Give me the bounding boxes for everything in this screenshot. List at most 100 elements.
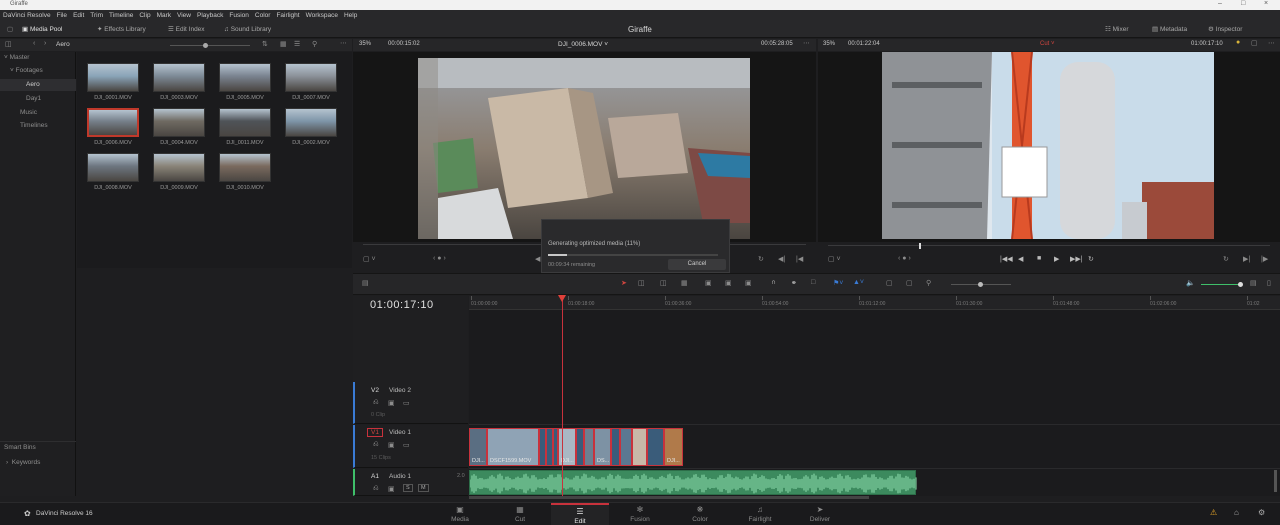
menu-item[interactable]: Fusion [226, 10, 252, 22]
track-v2-lock-icon[interactable]: ⎌ [373, 399, 379, 407]
playhead-handle[interactable] [558, 295, 566, 302]
timeline-video-clip[interactable] [539, 428, 546, 466]
audio-clip[interactable] [469, 470, 917, 495]
linked-selection-icon[interactable]: ⚭ [791, 279, 797, 287]
timeline-video-clip[interactable] [546, 428, 553, 466]
smart-bin-keywords[interactable]: › Keywords [0, 457, 76, 469]
track-v2-autoselect-icon[interactable]: ▣ [388, 399, 395, 407]
timeline-zoom[interactable]: 35% [823, 41, 835, 47]
track-a1-name[interactable]: Audio 1 [389, 473, 411, 480]
track-v2-visibility-icon[interactable]: ▭ [403, 399, 410, 407]
back-icon[interactable]: ‹ [33, 40, 35, 47]
razor-icon[interactable]: ▦ [681, 279, 688, 287]
timeline-video-clip[interactable] [584, 428, 594, 466]
track-a1-mute-button[interactable]: M [418, 484, 429, 492]
timeline-zoom-handle[interactable] [978, 282, 983, 287]
source-mark-out-icon[interactable]: |◀ [796, 255, 803, 263]
media-clip-thumbnail[interactable] [87, 63, 139, 92]
marker-icon[interactable]: ▲˅ [853, 279, 864, 286]
selection-tool-icon[interactable]: ➤ [621, 279, 627, 287]
menu-item[interactable]: View [174, 10, 194, 22]
timeline-view-options-button[interactable]: ▤ [362, 279, 369, 287]
menu-item[interactable]: Workspace [303, 10, 341, 22]
timeline-video-clip[interactable] [632, 428, 647, 466]
inspector-button[interactable]: ⚙ Inspector [1208, 22, 1242, 38]
bin-master[interactable]: ˅ Master [0, 52, 76, 64]
timeline-scrubber[interactable] [828, 245, 1270, 246]
audio-meter-icon[interactable]: ▤ [1250, 279, 1257, 287]
timeline-end-icon[interactable]: |▶ [1261, 255, 1268, 263]
track-v2-name[interactable]: Video 2 [389, 387, 411, 394]
media-pool-button[interactable]: ▣ Media Pool [22, 22, 62, 38]
overwrite-clip-icon[interactable]: ▣ [725, 279, 732, 287]
bin-footages[interactable]: ˅ Footages [0, 65, 76, 77]
track-a1-autoselect-icon[interactable]: ▣ [388, 485, 395, 493]
viewer-mode-dropdown[interactable]: Cut ˅ [1040, 41, 1055, 47]
volume-icon[interactable]: 🔈 [1186, 279, 1195, 287]
page-media[interactable]: ▣ Media [431, 503, 489, 525]
timeline-vscrollbar[interactable] [1274, 470, 1277, 492]
timeline-viewer[interactable] [818, 52, 1280, 242]
play-reverse-icon[interactable]: ◀ [1018, 255, 1023, 263]
timeline-more-icon[interactable]: ▯ [1267, 279, 1271, 287]
go-to-start-icon[interactable]: |◀◀ [1000, 255, 1013, 263]
timeline-viewer-options-icon[interactable]: ⋯ [1268, 39, 1275, 47]
minimize-icon[interactable]: – [1218, 0, 1222, 7]
media-clip-thumbnail[interactable] [153, 153, 205, 182]
track-header-v2[interactable]: V2 Video 2 ⎌ ▣ ▭ 0 Clip [353, 382, 468, 424]
track-v1-visibility-icon[interactable]: ▭ [403, 441, 410, 449]
edit-index-button[interactable]: ☰ Edit Index [168, 22, 205, 38]
position-lock-icon[interactable]: □ [811, 279, 815, 286]
close-icon[interactable]: × [1264, 0, 1268, 7]
grid-view-icon[interactable]: ▦ [280, 40, 287, 48]
maximize-icon[interactable]: □ [1241, 0, 1245, 7]
timeline-hscrollbar[interactable] [469, 496, 869, 499]
source-zoom[interactable]: 35% [359, 41, 371, 47]
menu-item[interactable]: Fairlight [273, 10, 302, 22]
bin-music[interactable]: Music [0, 107, 76, 119]
go-to-end-icon[interactable]: ▶▶| [1070, 255, 1083, 263]
page-cut[interactable]: ▦ Cut [491, 503, 549, 525]
menu-item[interactable]: Trim [87, 10, 106, 22]
metadata-button[interactable]: ▤ Metadata [1152, 22, 1187, 38]
source-prev-frame-icon[interactable]: ◀ [535, 255, 540, 263]
timeline-video-clip[interactable]: DJI... [664, 428, 683, 466]
menu-item[interactable]: Help [341, 10, 360, 22]
timeline-scrubber-playhead[interactable] [919, 243, 921, 249]
match-frame-icon[interactable]: ↻ [1223, 255, 1229, 263]
replace-clip-icon[interactable]: ▣ [745, 279, 752, 287]
warning-icon[interactable]: ⚠ [1210, 508, 1217, 517]
track-a1-solo-button[interactable]: S [403, 484, 413, 492]
menu-item[interactable]: Edit [70, 10, 87, 22]
flag-icon[interactable]: ⚑˅ [833, 279, 843, 287]
mixer-button[interactable]: ☷ Mixer [1105, 22, 1129, 38]
page-color[interactable]: ❋ Color [671, 503, 729, 525]
menu-item[interactable]: File [54, 10, 70, 22]
menu-item[interactable]: Mark [154, 10, 174, 22]
menu-item[interactable]: Clip [136, 10, 153, 22]
media-clip-thumbnail[interactable] [219, 63, 271, 92]
track-header-a1[interactable]: A1 Audio 1 2.0 ⎌ ▣ S M [353, 469, 468, 496]
timeline-jog-icon[interactable]: ‹ ● › [898, 255, 911, 262]
source-options-icon[interactable]: ⋯ [803, 39, 810, 47]
stop-icon[interactable]: ■ [1037, 255, 1041, 262]
timeline-view-options-icon[interactable]: ▢ ˅ [828, 255, 841, 263]
monitor-icon[interactable]: ▢ [7, 22, 13, 38]
timeline-playhead[interactable] [562, 296, 563, 496]
media-clip-thumbnail[interactable] [219, 108, 271, 137]
page-fusion[interactable]: ✻ Fusion [611, 503, 669, 525]
thumb-size-slider[interactable] [170, 45, 250, 46]
source-clip-name[interactable]: DJI_0006.MOV ˅ [558, 41, 608, 48]
media-clip-thumbnail[interactable] [285, 63, 337, 92]
timeline-video-clip[interactable]: DJI... [558, 428, 576, 466]
timeline-video-clip[interactable]: DJI... [469, 428, 487, 466]
source-loop-icon[interactable]: ↻ [758, 255, 764, 263]
page-deliver[interactable]: ➤ Deliver [791, 503, 849, 525]
track-header-v1[interactable]: V1 Video 1 ⎌ ▣ ▭ 15 Clips [353, 425, 468, 468]
page-edit[interactable]: ☰ Edit [551, 503, 609, 525]
page-fairlight[interactable]: ♫ Fairlight [731, 503, 789, 525]
menu-item[interactable]: Timeline [106, 10, 136, 22]
forward-icon[interactable]: › [44, 40, 46, 47]
timeline-video-clip[interactable] [647, 428, 664, 466]
timeline-video-clip[interactable] [576, 428, 584, 466]
